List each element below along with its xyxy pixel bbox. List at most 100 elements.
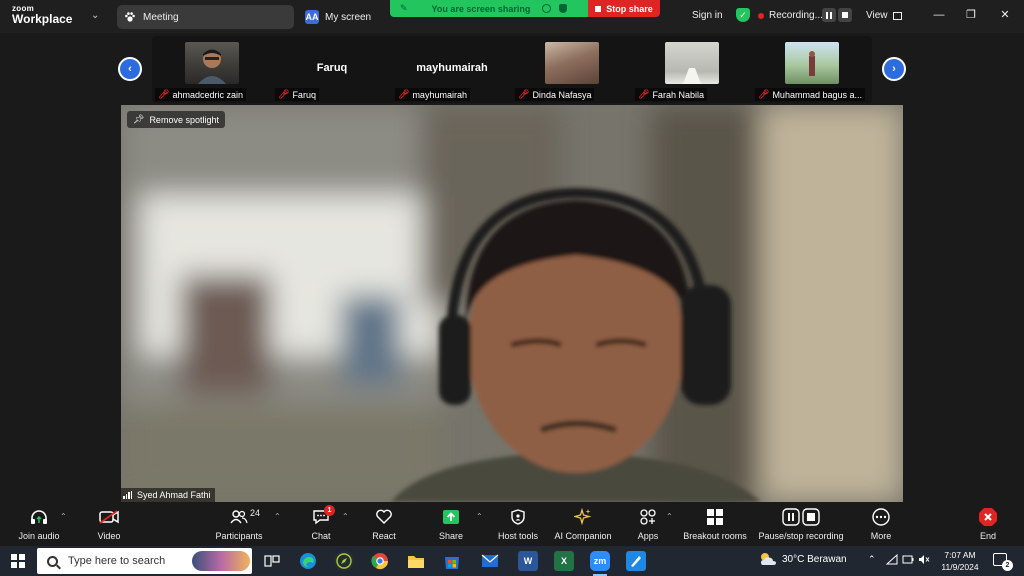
- speaker-video-image: [121, 105, 903, 502]
- windows-start-button[interactable]: [11, 554, 25, 568]
- react-label: React: [372, 531, 396, 541]
- chat-options-caret[interactable]: ⌃: [342, 512, 349, 521]
- participant-video: [185, 42, 239, 84]
- task-view-icon[interactable]: [262, 551, 282, 571]
- chrome-browser-icon[interactable]: [370, 551, 390, 571]
- ai-companion-label: AI Companion: [554, 531, 612, 541]
- participant-name: Farah Nabila: [652, 89, 704, 100]
- view-label: View: [866, 10, 888, 21]
- word-icon[interactable]: W: [518, 551, 538, 571]
- show-hidden-icons-caret[interactable]: ⌃: [868, 554, 876, 565]
- apps-button[interactable]: Apps: [632, 506, 664, 541]
- microsoft-store-icon[interactable]: [442, 551, 462, 571]
- minimize-button[interactable]: —: [930, 6, 948, 24]
- react-button[interactable]: React: [366, 506, 402, 541]
- participant-tile[interactable]: mayhumairah 🎤︎ mayhumairah: [393, 36, 511, 103]
- participant-tile[interactable]: 🎤︎ ahmadcedric zain: [153, 36, 271, 103]
- remove-spotlight-button[interactable]: 📌︎ Remove spotlight: [127, 111, 225, 128]
- screen-sharing-status: You are screen sharing: [431, 3, 531, 14]
- sign-in-link[interactable]: Sign in: [692, 10, 723, 21]
- tab-meeting[interactable]: Meeting: [117, 5, 294, 29]
- participant-label: 🎤︎ Dinda Nafasya: [515, 88, 595, 101]
- share-label: Share: [438, 531, 464, 541]
- screen-sharing-banner[interactable]: ✎ You are screen sharing: [390, 0, 588, 17]
- search-placeholder: Type here to search: [68, 555, 166, 567]
- pause-recording-button[interactable]: [822, 8, 836, 22]
- chat-label: Chat: [311, 531, 331, 541]
- host-tools-label: Host tools: [497, 531, 539, 541]
- grid-icon: [892, 11, 902, 20]
- shield-icon: [559, 4, 568, 13]
- headphones-icon: [14, 506, 64, 528]
- mic-muted-icon: 🎤︎: [398, 89, 410, 99]
- restore-button[interactable]: ❐: [962, 6, 980, 24]
- file-explorer-icon[interactable]: [406, 551, 426, 571]
- participant-tile[interactable]: 🎤︎ Dinda Nafasya: [513, 36, 631, 103]
- strip-next-button[interactable]: ›: [882, 57, 906, 81]
- audio-options-caret[interactable]: ⌃: [60, 512, 67, 521]
- stop-share-button[interactable]: Stop share: [588, 0, 660, 17]
- mic-muted-icon: 🎤︎: [638, 89, 650, 99]
- clock-time: 7:07 AM: [944, 550, 976, 560]
- clock[interactable]: 7:07 AM 11/9/2024: [936, 549, 984, 573]
- tab-my-screen[interactable]: AA My screen: [299, 5, 389, 29]
- breakout-rooms-button[interactable]: Breakout rooms: [682, 506, 748, 541]
- end-meeting-button[interactable]: End: [974, 506, 1002, 541]
- tab-meeting-label: Meeting: [143, 11, 179, 23]
- app-icon-compass[interactable]: [334, 551, 354, 571]
- participant-name: ahmadcedric zain: [172, 89, 243, 100]
- stop-recording-button[interactable]: [838, 8, 852, 22]
- more-icon: [866, 506, 896, 528]
- excel-icon[interactable]: X: [554, 551, 574, 571]
- participant-label: 🎤︎ ahmadcedric zain: [155, 88, 246, 101]
- participants-count: 24: [250, 508, 261, 518]
- zoom-app-icon[interactable]: zm: [590, 551, 610, 571]
- participants-options-caret[interactable]: ⌃: [274, 512, 281, 521]
- network-icon[interactable]: [885, 553, 898, 567]
- stop-icon: [842, 12, 848, 18]
- apps-options-caret[interactable]: ⌃: [666, 512, 673, 521]
- participant-video: [665, 42, 719, 84]
- edge-browser-icon[interactable]: [298, 551, 318, 571]
- weather-icon[interactable]: [758, 551, 778, 569]
- more-button[interactable]: More: [866, 506, 896, 541]
- mic-muted-icon: 🎤︎: [158, 89, 170, 99]
- pause-circle-icon[interactable]: [542, 4, 552, 13]
- pause-icon: [826, 11, 832, 19]
- pause-stop-recording-button[interactable]: Pause/stop recording: [756, 506, 846, 541]
- ai-companion-button[interactable]: AI Companion: [552, 506, 614, 541]
- stop-icon: [595, 5, 602, 12]
- participant-big-name: mayhumairah: [416, 62, 488, 74]
- share-button[interactable]: Share: [434, 506, 468, 541]
- chat-button[interactable]: Chat 1: [304, 505, 338, 541]
- mic-muted-icon: 🎤︎: [758, 89, 770, 99]
- strip-prev-button[interactable]: ‹: [118, 57, 142, 81]
- signal-bars-icon: [123, 491, 133, 499]
- pin-icon: 📌︎: [133, 114, 145, 124]
- host-tools-button[interactable]: Host tools: [496, 506, 540, 541]
- apps-label: Apps: [637, 531, 659, 541]
- join-audio-button[interactable]: Join audio: [14, 506, 64, 541]
- mail-icon[interactable]: [480, 551, 500, 571]
- participant-label: 🎤︎ Muhammad bagus a...: [755, 88, 865, 101]
- end-label: End: [979, 531, 996, 541]
- share-options-caret[interactable]: ⌃: [476, 512, 483, 521]
- taskbar-search-box[interactable]: Type here to search: [37, 548, 252, 574]
- mic-muted-icon: 🎤︎: [518, 89, 530, 99]
- participant-tile[interactable]: Faruq 🎤︎ Faruq: [273, 36, 391, 103]
- video-button[interactable]: Video: [90, 506, 128, 541]
- recording-controls-icon: [756, 506, 846, 528]
- weather-text[interactable]: 30°C Berawan: [782, 554, 847, 565]
- view-button[interactable]: View: [866, 10, 902, 21]
- battery-icon[interactable]: [902, 554, 914, 567]
- close-button[interactable]: ✕: [996, 6, 1014, 24]
- volume-muted-icon[interactable]: [918, 554, 930, 567]
- windows-taskbar: Type here to search W X zm 30°C Berawan …: [0, 546, 1024, 576]
- chevron-down-icon[interactable]: ⌄: [91, 10, 99, 21]
- security-shield-icon[interactable]: ✓: [736, 8, 750, 22]
- participant-video: [545, 42, 599, 84]
- snipping-app-icon[interactable]: [626, 551, 646, 571]
- participant-name: Muhammad bagus a...: [772, 89, 862, 100]
- participant-tile[interactable]: 🎤︎ Farah Nabila: [633, 36, 751, 103]
- participant-tile[interactable]: 🎤︎ Muhammad bagus a...: [753, 36, 871, 103]
